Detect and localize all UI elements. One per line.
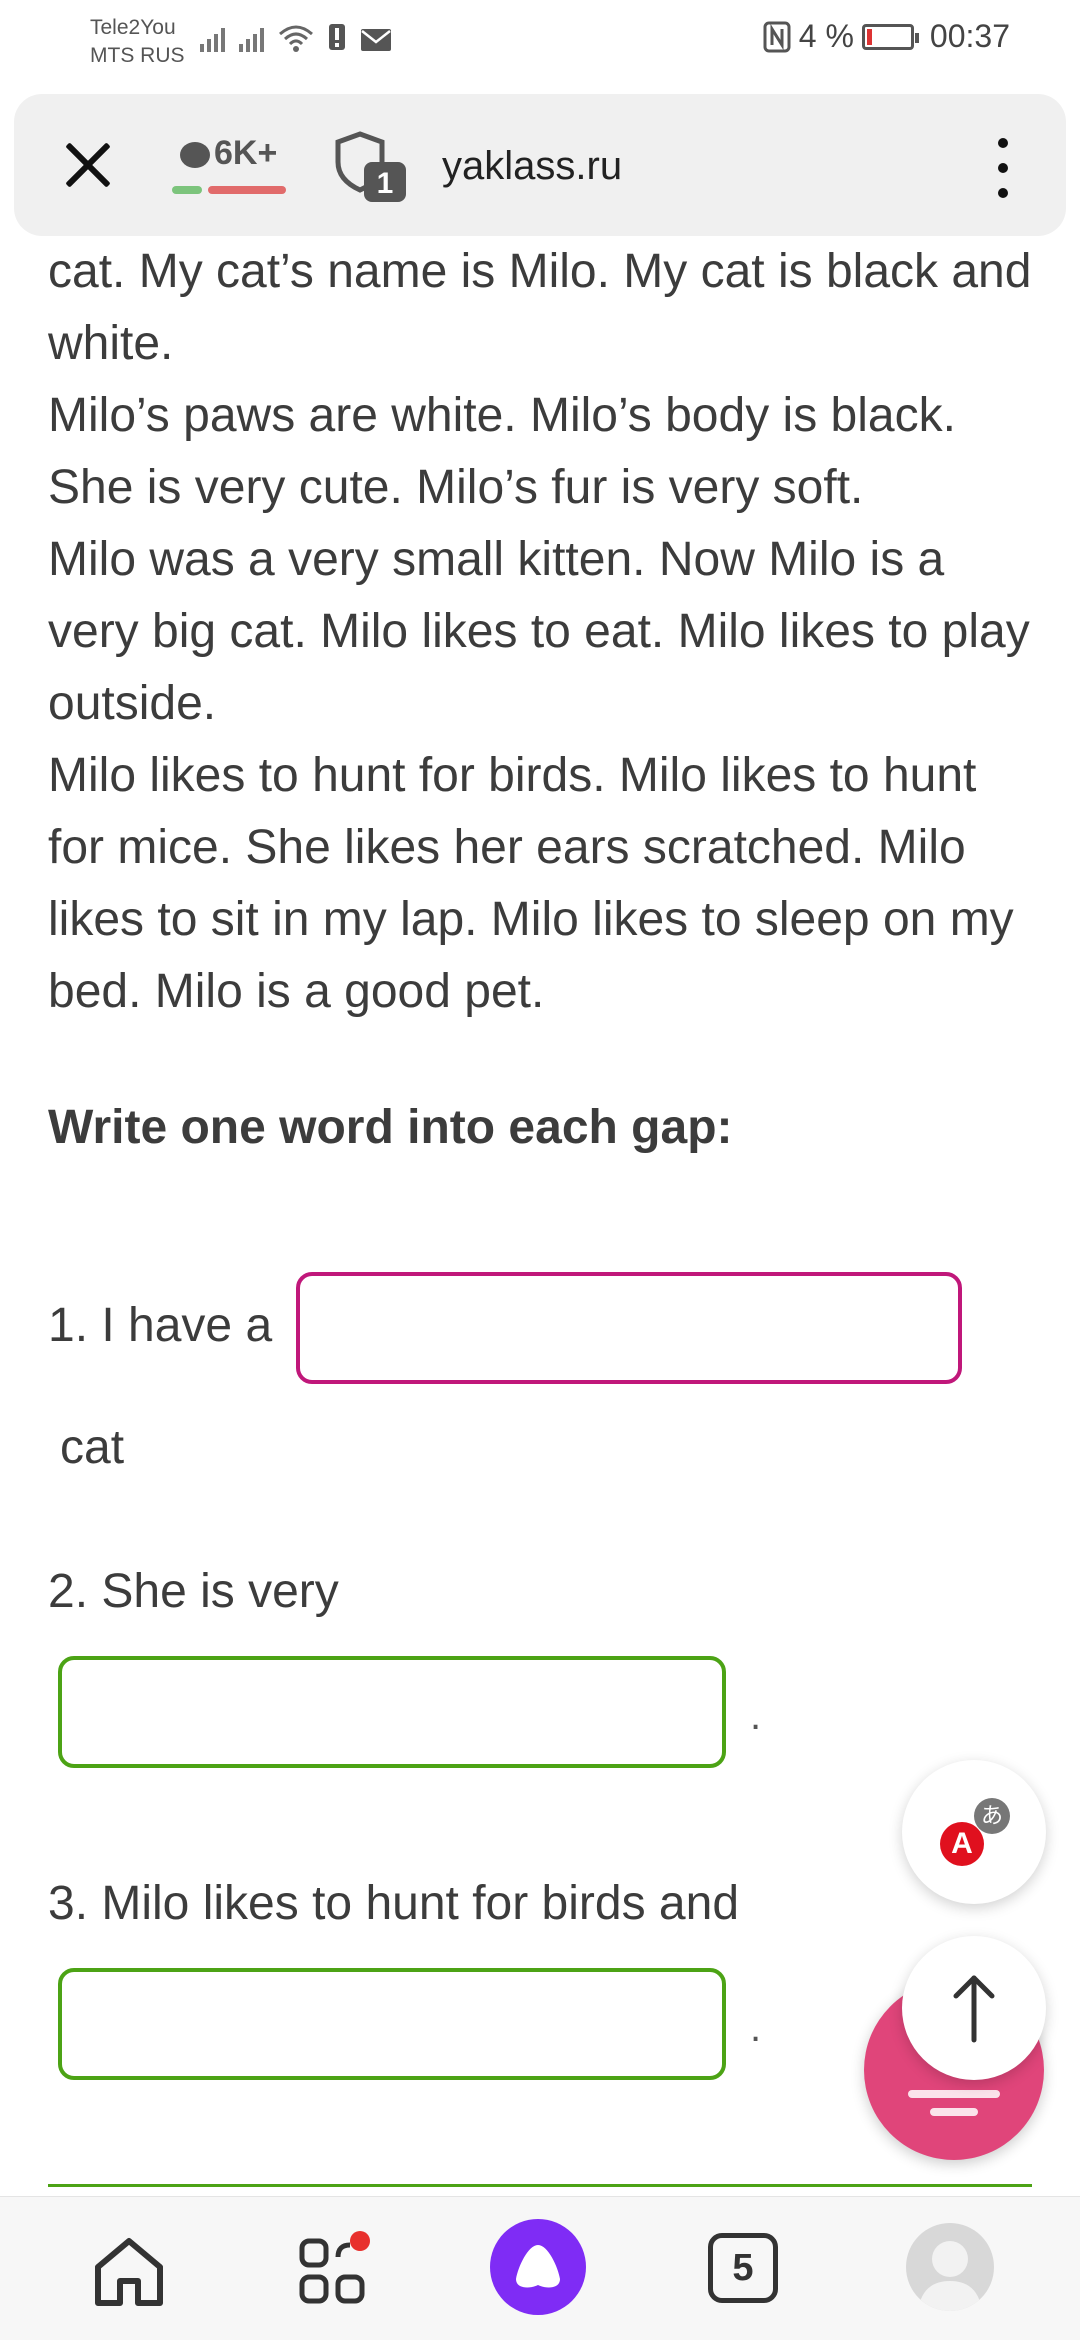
browser-bar: 6K+ 1 yaklass.ru bbox=[14, 94, 1066, 236]
fab-line bbox=[930, 2108, 978, 2116]
paragraph: Milo’s paws are white. Milo’s body is bl… bbox=[48, 389, 956, 514]
exercise-instruction: Write one word into each gap: bbox=[48, 1101, 733, 1154]
services-grid-icon[interactable] bbox=[288, 2227, 378, 2317]
status-right: 4 % 00:37 bbox=[763, 18, 1010, 55]
reading-text: cat. My cat’s name is Milo. My cat is bl… bbox=[48, 236, 1038, 1028]
rating-bar-negative bbox=[208, 186, 286, 194]
carrier-1: Tele2You bbox=[90, 16, 176, 39]
translate-icon-secondary: あ bbox=[974, 1798, 1010, 1834]
status-bar: Tele2You MTS RUS 4 % 00:37 bbox=[0, 0, 1080, 84]
nfc-icon bbox=[763, 21, 791, 52]
tabs-count-button[interactable]: 5 bbox=[708, 2233, 778, 2303]
question-3-text: 3. Milo likes to hunt for birds and bbox=[48, 1877, 740, 1930]
answer-3-input[interactable] bbox=[58, 1968, 726, 2080]
question-2-text: 2. She is very bbox=[48, 1565, 339, 1618]
paragraph: cat. My cat’s name is Milo. My cat is bl… bbox=[48, 245, 1032, 370]
translate-button[interactable]: あ A bbox=[902, 1760, 1046, 1904]
scroll-to-top-button[interactable] bbox=[902, 1936, 1046, 2080]
mail-icon bbox=[361, 29, 391, 51]
avatar[interactable] bbox=[906, 2223, 994, 2311]
protect-shield-icon[interactable]: 1 bbox=[330, 128, 412, 206]
answer-2-input[interactable] bbox=[58, 1656, 726, 1768]
question-1-text: 1. I have a bbox=[48, 1299, 273, 1352]
user-silhouette-icon bbox=[918, 2241, 982, 2311]
home-icon[interactable] bbox=[84, 2227, 174, 2317]
question-3-after: . bbox=[750, 2006, 762, 2050]
close-icon[interactable] bbox=[58, 134, 118, 194]
comments-count: 6K+ bbox=[214, 134, 278, 172]
comment-bubble-icon bbox=[180, 142, 210, 168]
paragraph: Milo was a very small kitten. Now Milo i… bbox=[48, 533, 1030, 730]
alice-icon bbox=[516, 2245, 560, 2288]
carrier-2: MTS RUS bbox=[90, 44, 185, 67]
bottom-navigation: 5 bbox=[0, 2196, 1080, 2340]
paragraph: Milo likes to hunt for birds. Milo likes… bbox=[48, 749, 1014, 1018]
answer-1-input[interactable] bbox=[296, 1272, 962, 1384]
tab-badge: 1 bbox=[377, 167, 394, 200]
alert-icon bbox=[329, 24, 345, 50]
notification-dot bbox=[350, 2231, 370, 2251]
divider bbox=[48, 2184, 1032, 2187]
rating-bar-positive bbox=[172, 186, 202, 194]
status-icons bbox=[200, 22, 392, 52]
clock: 00:37 bbox=[929, 18, 1010, 54]
wifi-icon bbox=[279, 25, 313, 52]
address-domain[interactable]: yaklass.ru bbox=[442, 144, 622, 189]
translate-icon: A bbox=[940, 1822, 984, 1866]
fab-line bbox=[908, 2090, 1000, 2098]
question-2-after: . bbox=[750, 1694, 762, 1738]
question-1-after: cat bbox=[60, 1421, 125, 1474]
signal-icon-2 bbox=[239, 24, 264, 52]
carrier-info: Tele2You MTS RUS bbox=[90, 14, 185, 70]
comments-button[interactable]: 6K+ bbox=[160, 134, 290, 198]
signal-icon bbox=[200, 24, 225, 52]
more-menu-icon[interactable] bbox=[998, 138, 1010, 198]
arrow-up-icon bbox=[953, 1975, 995, 2043]
alice-assistant-button[interactable] bbox=[490, 2219, 586, 2315]
battery-icon bbox=[861, 23, 919, 50]
battery-percent: 4 % bbox=[798, 18, 854, 54]
